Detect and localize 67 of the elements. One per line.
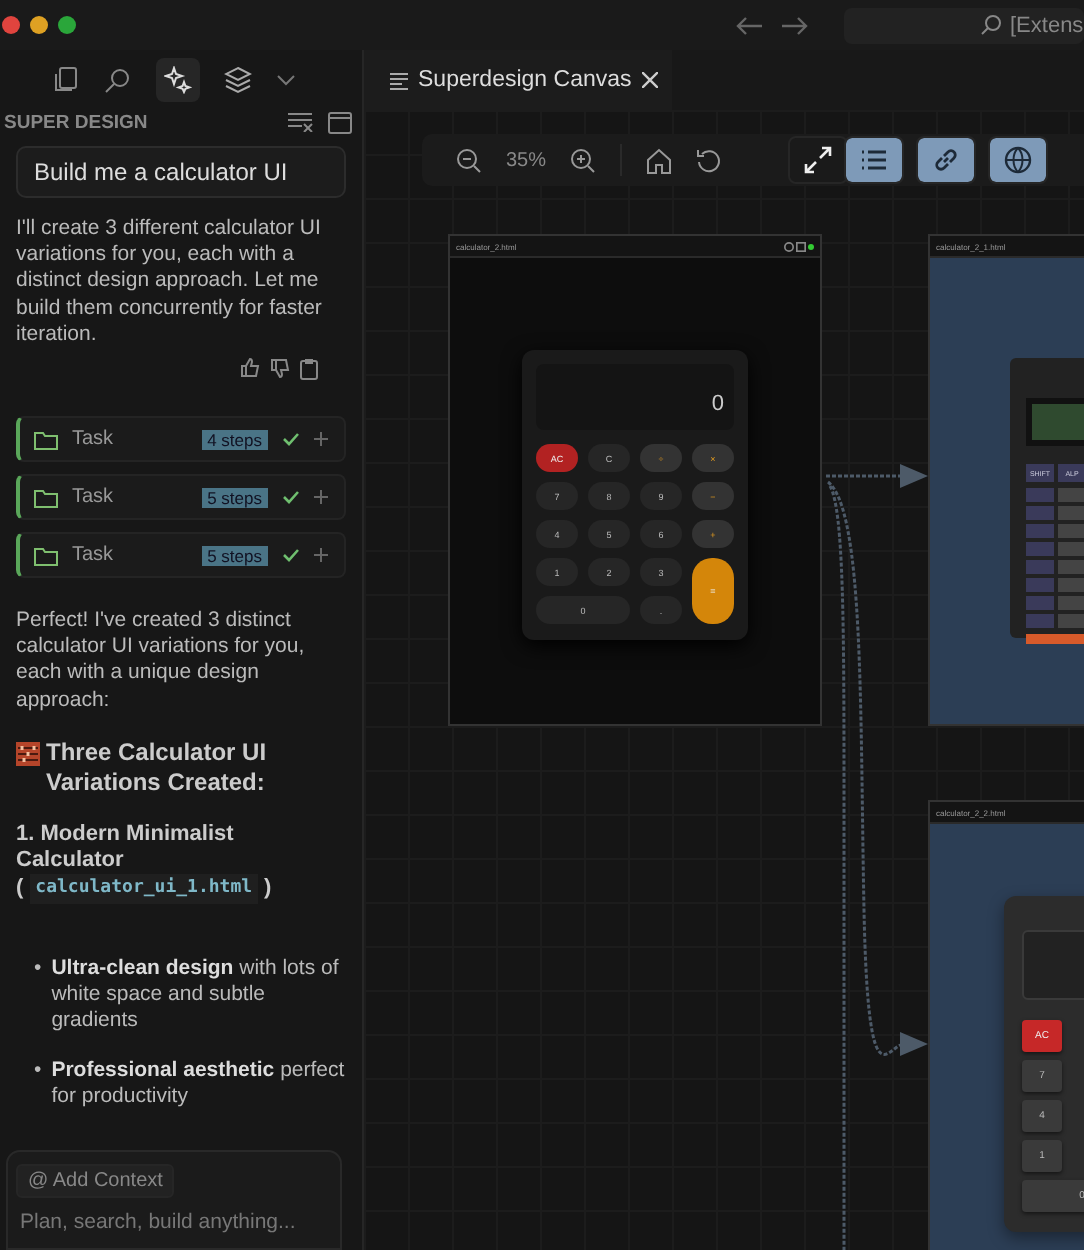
- bullet-marker: •: [34, 1057, 42, 1086]
- plus-icon[interactable]: [314, 548, 328, 563]
- globe-toggle[interactable]: [990, 138, 1047, 182]
- variation-heading: 1. Modern Minimalist Calculator: [16, 821, 236, 874]
- list-icon: [860, 146, 889, 174]
- panel-title: SUPER DESIGN: [4, 111, 150, 133]
- folder-icon: [34, 545, 58, 566]
- folder-icon: [34, 487, 58, 508]
- forward-arrow-icon[interactable]: [780, 15, 808, 35]
- paren-text: (: [16, 875, 24, 902]
- link-icon: [932, 146, 961, 174]
- link-toggle[interactable]: [918, 138, 975, 182]
- assistant-message: Perfect! I've created 3 distinct calculator UI variations for you, each with a unique design approach:: [16, 608, 307, 714]
- abacus-icon: [16, 741, 40, 766]
- steps-count: 5 steps: [201, 545, 268, 566]
- steps-count: 4 steps: [201, 429, 268, 450]
- section-heading: Three Calculator UI Variations Created:: [46, 737, 269, 798]
- expand-toggle[interactable]: [790, 138, 847, 182]
- assistant-message: I'll create 3 different calculator UI variations for you, each with a distinct design approach. Let me build them concurrently for faster iteration.: [16, 216, 324, 349]
- plus-icon[interactable]: [314, 490, 328, 505]
- task-card[interactable]: Task 5 steps: [16, 474, 346, 521]
- calculator-display: 0: [536, 364, 734, 430]
- zoom-in-icon[interactable]: [570, 147, 597, 173]
- reset-icon[interactable]: [696, 147, 723, 173]
- calculator-display: [1022, 930, 1084, 1000]
- clipboard-icon[interactable]: [300, 358, 318, 381]
- file-name: calculator_ui_1.html: [29, 873, 259, 904]
- thumbs-down-icon[interactable]: [270, 358, 290, 379]
- feature-bullet: Ultra-clean design with lots of white space and subtle gradients: [51, 955, 341, 1034]
- back-arrow-icon[interactable]: [736, 15, 764, 35]
- steps-count: 5 steps: [201, 487, 268, 508]
- zoom-out-icon[interactable]: [456, 147, 482, 173]
- close-icon[interactable]: [641, 72, 658, 88]
- bullet-marker: •: [34, 955, 42, 984]
- document-icon: [390, 71, 408, 89]
- chevron-down-icon[interactable]: [276, 74, 296, 86]
- status-dot: [808, 243, 814, 249]
- thumbs-up-icon[interactable]: [240, 358, 260, 379]
- home-icon[interactable]: [646, 147, 673, 173]
- maximize-window-button[interactable]: [58, 16, 76, 34]
- paren-text: ): [264, 875, 272, 902]
- add-context-button[interactable]: @ Add Context: [16, 1164, 175, 1198]
- clear-list-icon[interactable]: [288, 112, 314, 132]
- files-icon[interactable]: [52, 66, 80, 94]
- editor-tab[interactable]: Superdesign Canvas: [364, 50, 672, 110]
- task-card[interactable]: Task 4 steps: [16, 416, 346, 463]
- layers-icon[interactable]: [224, 66, 252, 94]
- window-icon[interactable]: [328, 111, 352, 133]
- sparkles-icon[interactable]: [156, 58, 200, 102]
- task-label: Task: [72, 428, 116, 451]
- plus-icon[interactable]: [314, 432, 328, 447]
- user-message: Build me a calculator UI: [16, 146, 346, 198]
- zoom-level: 35%: [506, 149, 547, 171]
- chat-input[interactable]: Plan, search, build anything...: [16, 1210, 324, 1234]
- task-label: Task: [72, 486, 116, 509]
- search-icon[interactable]: [104, 66, 132, 94]
- search-icon: [980, 14, 1002, 36]
- folder-icon: [34, 429, 58, 450]
- square-icon[interactable]: [796, 241, 806, 251]
- task-label: Task: [72, 544, 116, 567]
- expand-arrows-icon: [804, 146, 833, 174]
- command-center-field[interactable]: [Extens: [844, 7, 1084, 43]
- close-window-button[interactable]: [2, 16, 20, 34]
- feature-bullet: Professional aesthetic perfect for productivity: [51, 1057, 346, 1110]
- list-toggle[interactable]: [846, 138, 903, 182]
- minimize-window-button[interactable]: [30, 16, 48, 34]
- task-card[interactable]: Task 5 steps: [16, 532, 346, 579]
